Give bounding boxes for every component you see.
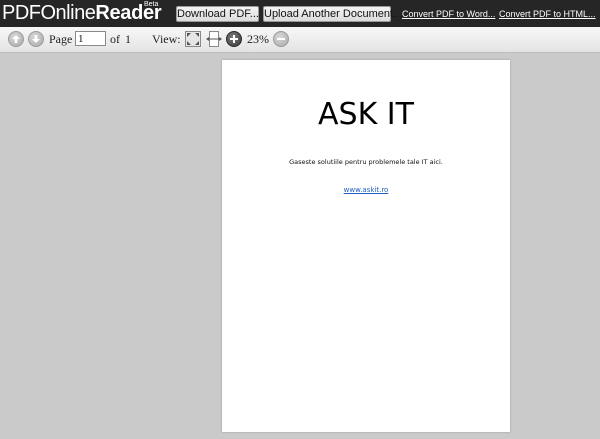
- document-subtitle: Gaseste solutiile pentru problemele tale…: [289, 158, 443, 166]
- plus-icon: [230, 35, 238, 43]
- document-title: ASK IT: [318, 97, 414, 132]
- logo-text-light: PDFOnline: [2, 2, 96, 24]
- beta-badge: Beta: [144, 1, 159, 8]
- document-link[interactable]: www.askit.ro: [222, 186, 510, 194]
- app-header: PDFOnlineReader Beta Download PDF... Upl…: [0, 0, 600, 27]
- total-pages: 1: [125, 32, 131, 46]
- download-pdf-button[interactable]: Download PDF...: [176, 6, 259, 22]
- convert-to-word-link[interactable]: Convert PDF to Word...: [402, 9, 495, 19]
- fit-width-button[interactable]: [206, 31, 222, 47]
- convert-to-html-link[interactable]: Convert PDF to HTML...: [499, 9, 596, 19]
- view-label: View:: [152, 32, 181, 46]
- fit-page-button[interactable]: [185, 31, 201, 47]
- page-number-input[interactable]: [75, 31, 106, 46]
- arrow-up-icon: [12, 35, 20, 43]
- viewer-toolbar: Page of 1 View: 23%: [0, 27, 600, 53]
- of-label: of: [110, 32, 120, 46]
- pdf-page: ASK IT Gaseste solutiile pentru probleme…: [222, 60, 510, 432]
- app-logo[interactable]: PDFOnlineReader Beta: [2, 1, 162, 25]
- zoom-out-button[interactable]: [273, 31, 289, 47]
- page-label: Page: [49, 32, 73, 46]
- upload-document-button[interactable]: Upload Another Document...: [263, 6, 402, 22]
- minus-icon: [277, 38, 285, 40]
- fit-page-icon: [185, 31, 201, 47]
- previous-page-button[interactable]: [8, 31, 24, 47]
- zoom-in-button[interactable]: [226, 31, 242, 47]
- arrow-down-icon: [32, 35, 40, 43]
- next-page-button[interactable]: [28, 31, 44, 47]
- fit-width-icon: [206, 31, 222, 47]
- zoom-level: 23%: [247, 32, 269, 46]
